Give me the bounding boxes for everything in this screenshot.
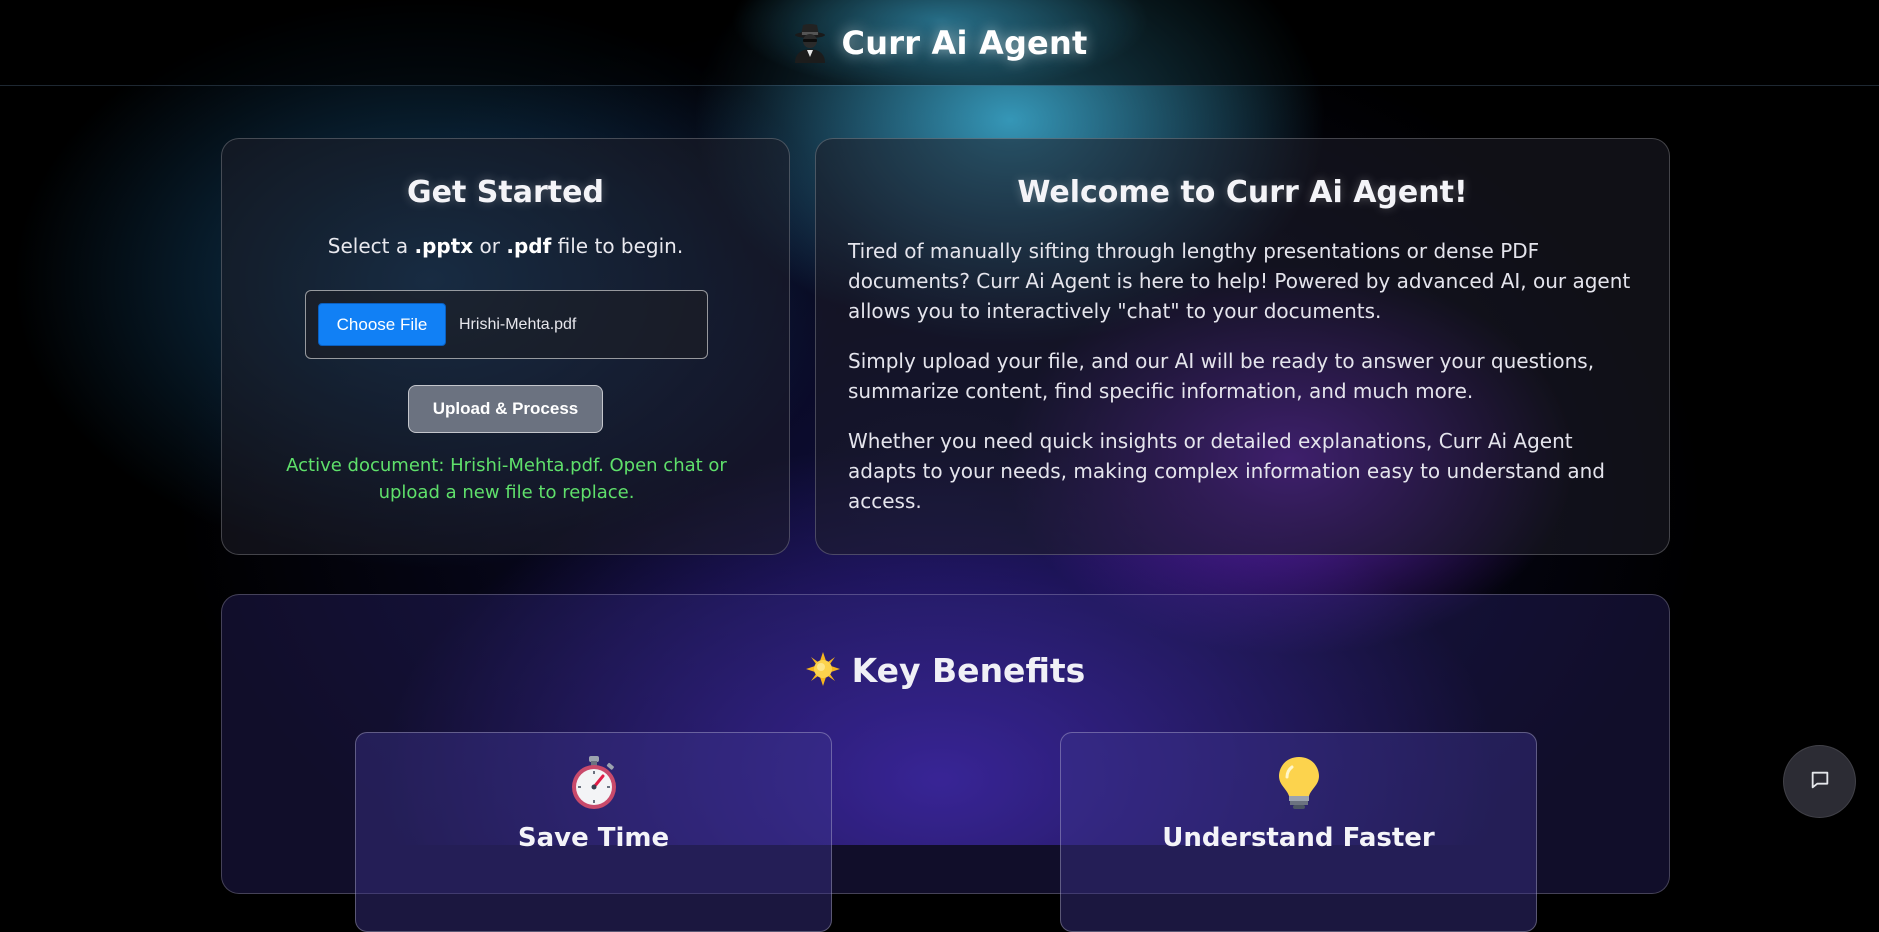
selected-file-name: Hrishi-Mehta.pdf: [459, 315, 577, 333]
key-benefits-heading: Key Benefits: [222, 651, 1669, 690]
key-benefits-section: Key Benefits Save Time Understand Faster: [221, 594, 1670, 932]
chat-bubble-icon: [1809, 769, 1831, 794]
instruction-suffix: file to begin.: [551, 234, 684, 258]
upload-process-button[interactable]: Upload & Process: [408, 385, 603, 433]
welcome-paragraph-3: Whether you need quick insights or detai…: [848, 429, 1605, 513]
file-type-instruction: Select a .pptx or .pdf file to begin.: [222, 234, 789, 258]
stopwatch-icon: [567, 755, 621, 811]
benefit-card-save-time: Save Time: [355, 732, 832, 932]
key-benefits-title: Key Benefits: [851, 651, 1086, 690]
pdf-extension: .pdf: [506, 234, 552, 258]
active-document-status: Active document: Hrishi-Mehta.pdf. Open …: [286, 455, 727, 503]
welcome-title: Welcome to Curr Ai Agent!: [1017, 175, 1468, 210]
app-title: Curr Ai Agent: [841, 23, 1088, 62]
spy-agent-icon: [792, 23, 828, 63]
benefit-title-save-time: Save Time: [517, 823, 670, 853]
open-chat-button[interactable]: [1783, 745, 1856, 818]
get-started-card: Get Started Select a .pptx or .pdf file …: [221, 138, 790, 555]
pptx-extension: .pptx: [414, 234, 474, 258]
welcome-card: Welcome to Curr Ai Agent! Tired of manua…: [815, 138, 1670, 555]
file-input[interactable]: Choose File Hrishi-Mehta.pdf: [305, 290, 708, 359]
lightbulb-icon: [1272, 755, 1326, 811]
benefit-card-understand-faster: Understand Faster: [1060, 732, 1537, 932]
get-started-title: Get Started: [407, 175, 604, 210]
benefit-title-understand-faster: Understand Faster: [1162, 823, 1435, 853]
instruction-or: or: [473, 234, 507, 258]
choose-file-button[interactable]: Choose File: [318, 303, 446, 346]
app-header: Curr Ai Agent: [0, 0, 1879, 86]
instruction-prefix: Select a: [327, 234, 415, 258]
welcome-paragraph-2: Simply upload your file, and our AI will…: [848, 349, 1595, 403]
sparkle-sun-icon: [805, 651, 840, 690]
welcome-paragraph-1: Tired of manually sifting through length…: [848, 239, 1631, 323]
